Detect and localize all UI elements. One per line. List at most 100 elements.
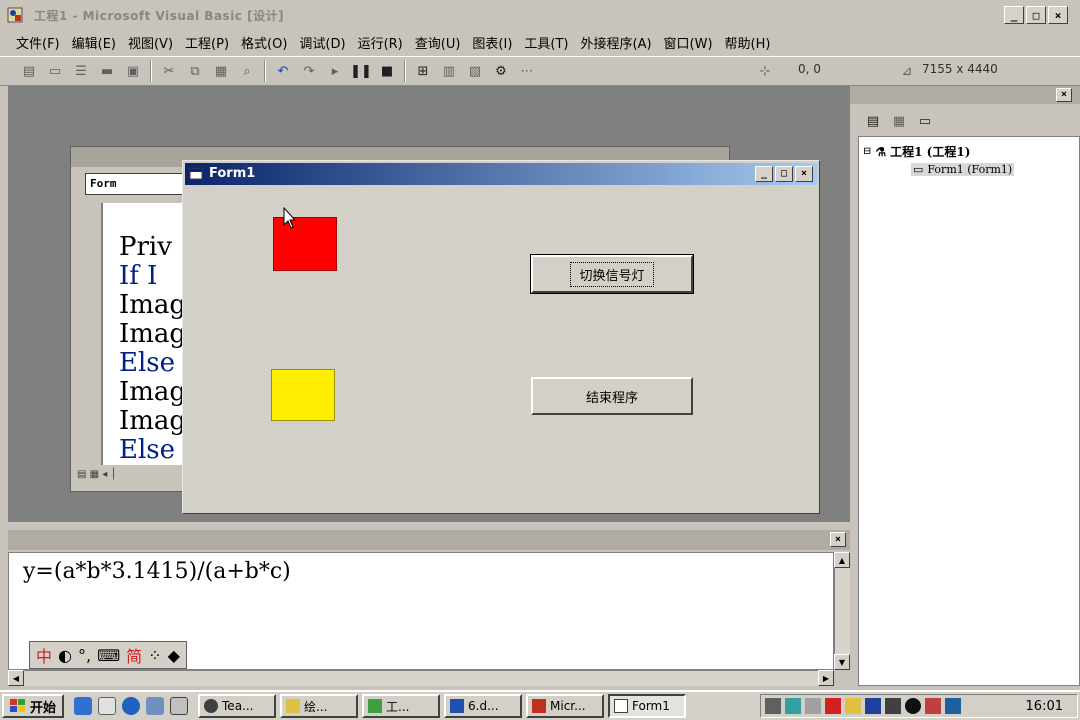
paste-icon[interactable]: ▦ <box>212 62 230 80</box>
menu-query[interactable]: 查询(U) <box>409 33 467 52</box>
form1-minimize-button[interactable]: _ <box>755 166 773 182</box>
toggle-folders-icon[interactable]: ▭ <box>916 112 934 130</box>
cut-icon[interactable]: ✂ <box>160 62 178 80</box>
form1-titlebar[interactable]: Form1 _ □ × <box>185 163 817 185</box>
immediate-window-titlebar[interactable] <box>8 530 850 550</box>
properties-window-icon[interactable]: ▥ <box>440 62 458 80</box>
menu-format[interactable]: 格式(O) <box>235 33 293 52</box>
volume-icon[interactable] <box>765 698 781 714</box>
view-code-icon[interactable]: ▤ <box>864 112 882 130</box>
outlook-icon[interactable] <box>98 697 117 715</box>
form-layout-icon[interactable]: ▧ <box>466 62 484 80</box>
qq-icon[interactable] <box>885 698 901 714</box>
ime-toolbar[interactable]: 中 ◐ °, ⌨ 简 ⁘ ◆ <box>29 641 187 669</box>
start-label: 开始 <box>30 700 57 716</box>
end-icon[interactable]: ■ <box>378 62 396 80</box>
copy-icon[interactable]: ⧉ <box>186 62 204 80</box>
open-project-icon[interactable]: ▬ <box>98 62 116 80</box>
ime-language[interactable]: 中 <box>36 643 52 667</box>
add-form-icon[interactable]: ▭ <box>46 62 64 80</box>
security-icon[interactable] <box>945 698 961 714</box>
taskbar-button-teamviewer[interactable]: Tea... <box>198 694 277 718</box>
app-tray-icon[interactable] <box>905 698 921 714</box>
menu-addins[interactable]: 外接程序(A) <box>575 33 658 52</box>
network-icon[interactable] <box>785 698 801 714</box>
menu-editor-icon[interactable]: ☰ <box>72 62 90 80</box>
menu-edit[interactable]: 编辑(E) <box>66 33 122 52</box>
form1-maximize-button[interactable]: □ <box>775 166 793 182</box>
toggle-signal-button[interactable]: 切换信号灯 <box>530 254 694 294</box>
menu-file[interactable]: 文件(F) <box>10 33 66 52</box>
scroll-up-icon[interactable]: ▲ <box>834 552 850 568</box>
taskbar-button-microsoft[interactable]: Micr... <box>526 694 605 718</box>
antivirus-icon[interactable] <box>825 698 841 714</box>
object-browser-icon[interactable]: ⚙ <box>492 62 510 80</box>
immediate-window-close-button[interactable]: × <box>830 532 846 547</box>
menu-tools[interactable]: 工具(T) <box>518 33 574 52</box>
tree-item-project[interactable]: ⊟ ⚗ 工程1 (工程1) <box>863 143 970 160</box>
view-object-icon[interactable]: ▦ <box>890 112 908 130</box>
code-view-toggle[interactable]: ▤ ▦ ◂ │ <box>77 469 157 485</box>
find-icon[interactable]: ⌕ <box>238 62 256 80</box>
immediate-code-line: y=(a*b*3.1415)/(a+b*c) <box>23 559 291 584</box>
taskbar-button-label: 绘... <box>304 699 328 714</box>
explorer-icon[interactable] <box>170 697 189 715</box>
system-tray: 16:01 <box>760 694 1078 718</box>
taskbar-button-project[interactable]: 工... <box>362 694 441 718</box>
scroll-left-icon[interactable]: ◀ <box>8 670 24 686</box>
form-icon: ▭ <box>913 163 924 176</box>
project-explorer-close-button[interactable]: × <box>1056 88 1072 102</box>
ime-mode[interactable]: 简 <box>126 643 142 667</box>
ime-softkeyboard-icon[interactable]: ⁘ <box>148 646 161 665</box>
toolbox-icon[interactable]: ⋯ <box>518 62 536 80</box>
end-program-button[interactable]: 结束程序 <box>531 377 693 415</box>
ime-halfwidth-icon[interactable]: ◐ <box>58 646 72 665</box>
display-icon[interactable] <box>865 698 881 714</box>
taskbar-button-form1[interactable]: Form1 <box>608 694 687 718</box>
taskbar-button-paint[interactable]: 绘... <box>280 694 359 718</box>
menu-diagram[interactable]: 图表(I) <box>466 33 518 52</box>
scroll-down-icon[interactable]: ▼ <box>834 654 850 670</box>
project-explorer-icon[interactable]: ⊞ <box>414 62 432 80</box>
save-project-icon[interactable]: ▣ <box>124 62 142 80</box>
position-icon: ⊹ <box>759 63 771 79</box>
taskbar-button-word[interactable]: 6.d... <box>444 694 523 718</box>
minimize-button[interactable]: _ <box>1004 6 1024 24</box>
ime-help-icon[interactable]: ◆ <box>168 646 180 665</box>
immediate-vertical-scrollbar[interactable]: ▲ ▼ <box>834 552 850 670</box>
menu-view[interactable]: 视图(V) <box>122 33 179 52</box>
taskbar-button-label: Tea... <box>222 699 254 713</box>
add-project-icon[interactable]: ▤ <box>20 62 38 80</box>
ime-punctuation-icon[interactable]: °, <box>78 646 91 665</box>
start-button[interactable]: 开始 <box>2 694 65 718</box>
collapse-icon[interactable]: ⊟ <box>863 146 871 157</box>
menu-project[interactable]: 工程(P) <box>179 33 235 52</box>
maximize-button[interactable]: □ <box>1026 6 1046 24</box>
menu-debug[interactable]: 调试(D) <box>293 33 351 52</box>
redo-icon[interactable]: ↷ <box>300 62 318 80</box>
desktop-icon[interactable] <box>146 697 165 715</box>
immediate-horizontal-scrollbar[interactable]: ◀ ▶ <box>8 670 834 686</box>
start-icon[interactable]: ▸ <box>326 62 344 80</box>
menu-run[interactable]: 运行(R) <box>352 33 409 52</box>
immediate-editor[interactable]: y=(a*b*3.1415)/(a+b*c) 中 ◐ °, ⌨ 简 ⁘ ◆ <box>8 552 834 670</box>
taskbar-button-label: 工... <box>386 699 410 714</box>
scroll-right-icon[interactable]: ▶ <box>818 670 834 686</box>
undo-icon[interactable]: ↶ <box>274 62 292 80</box>
ime-keyboard-icon[interactable]: ⌨ <box>97 646 120 665</box>
pen-icon[interactable] <box>925 698 941 714</box>
tree-item-form1[interactable]: ▭ Form1 (Form1) <box>911 163 1015 176</box>
vb-app-icon[interactable] <box>6 6 24 24</box>
project-explorer-titlebar[interactable] <box>850 86 1080 104</box>
code-line: Priv <box>119 232 172 262</box>
usb-icon[interactable] <box>805 698 821 714</box>
break-icon[interactable]: ❚❚ <box>350 62 372 80</box>
notes-icon[interactable] <box>845 698 861 714</box>
media-player-icon[interactable] <box>122 697 141 715</box>
menu-window[interactable]: 窗口(W) <box>658 33 719 52</box>
ie-icon[interactable] <box>74 697 93 715</box>
menu-help[interactable]: 帮助(H) <box>719 33 777 52</box>
close-button[interactable]: × <box>1048 6 1068 24</box>
yellow-light-image <box>271 369 335 421</box>
form1-close-button[interactable]: × <box>795 166 813 182</box>
